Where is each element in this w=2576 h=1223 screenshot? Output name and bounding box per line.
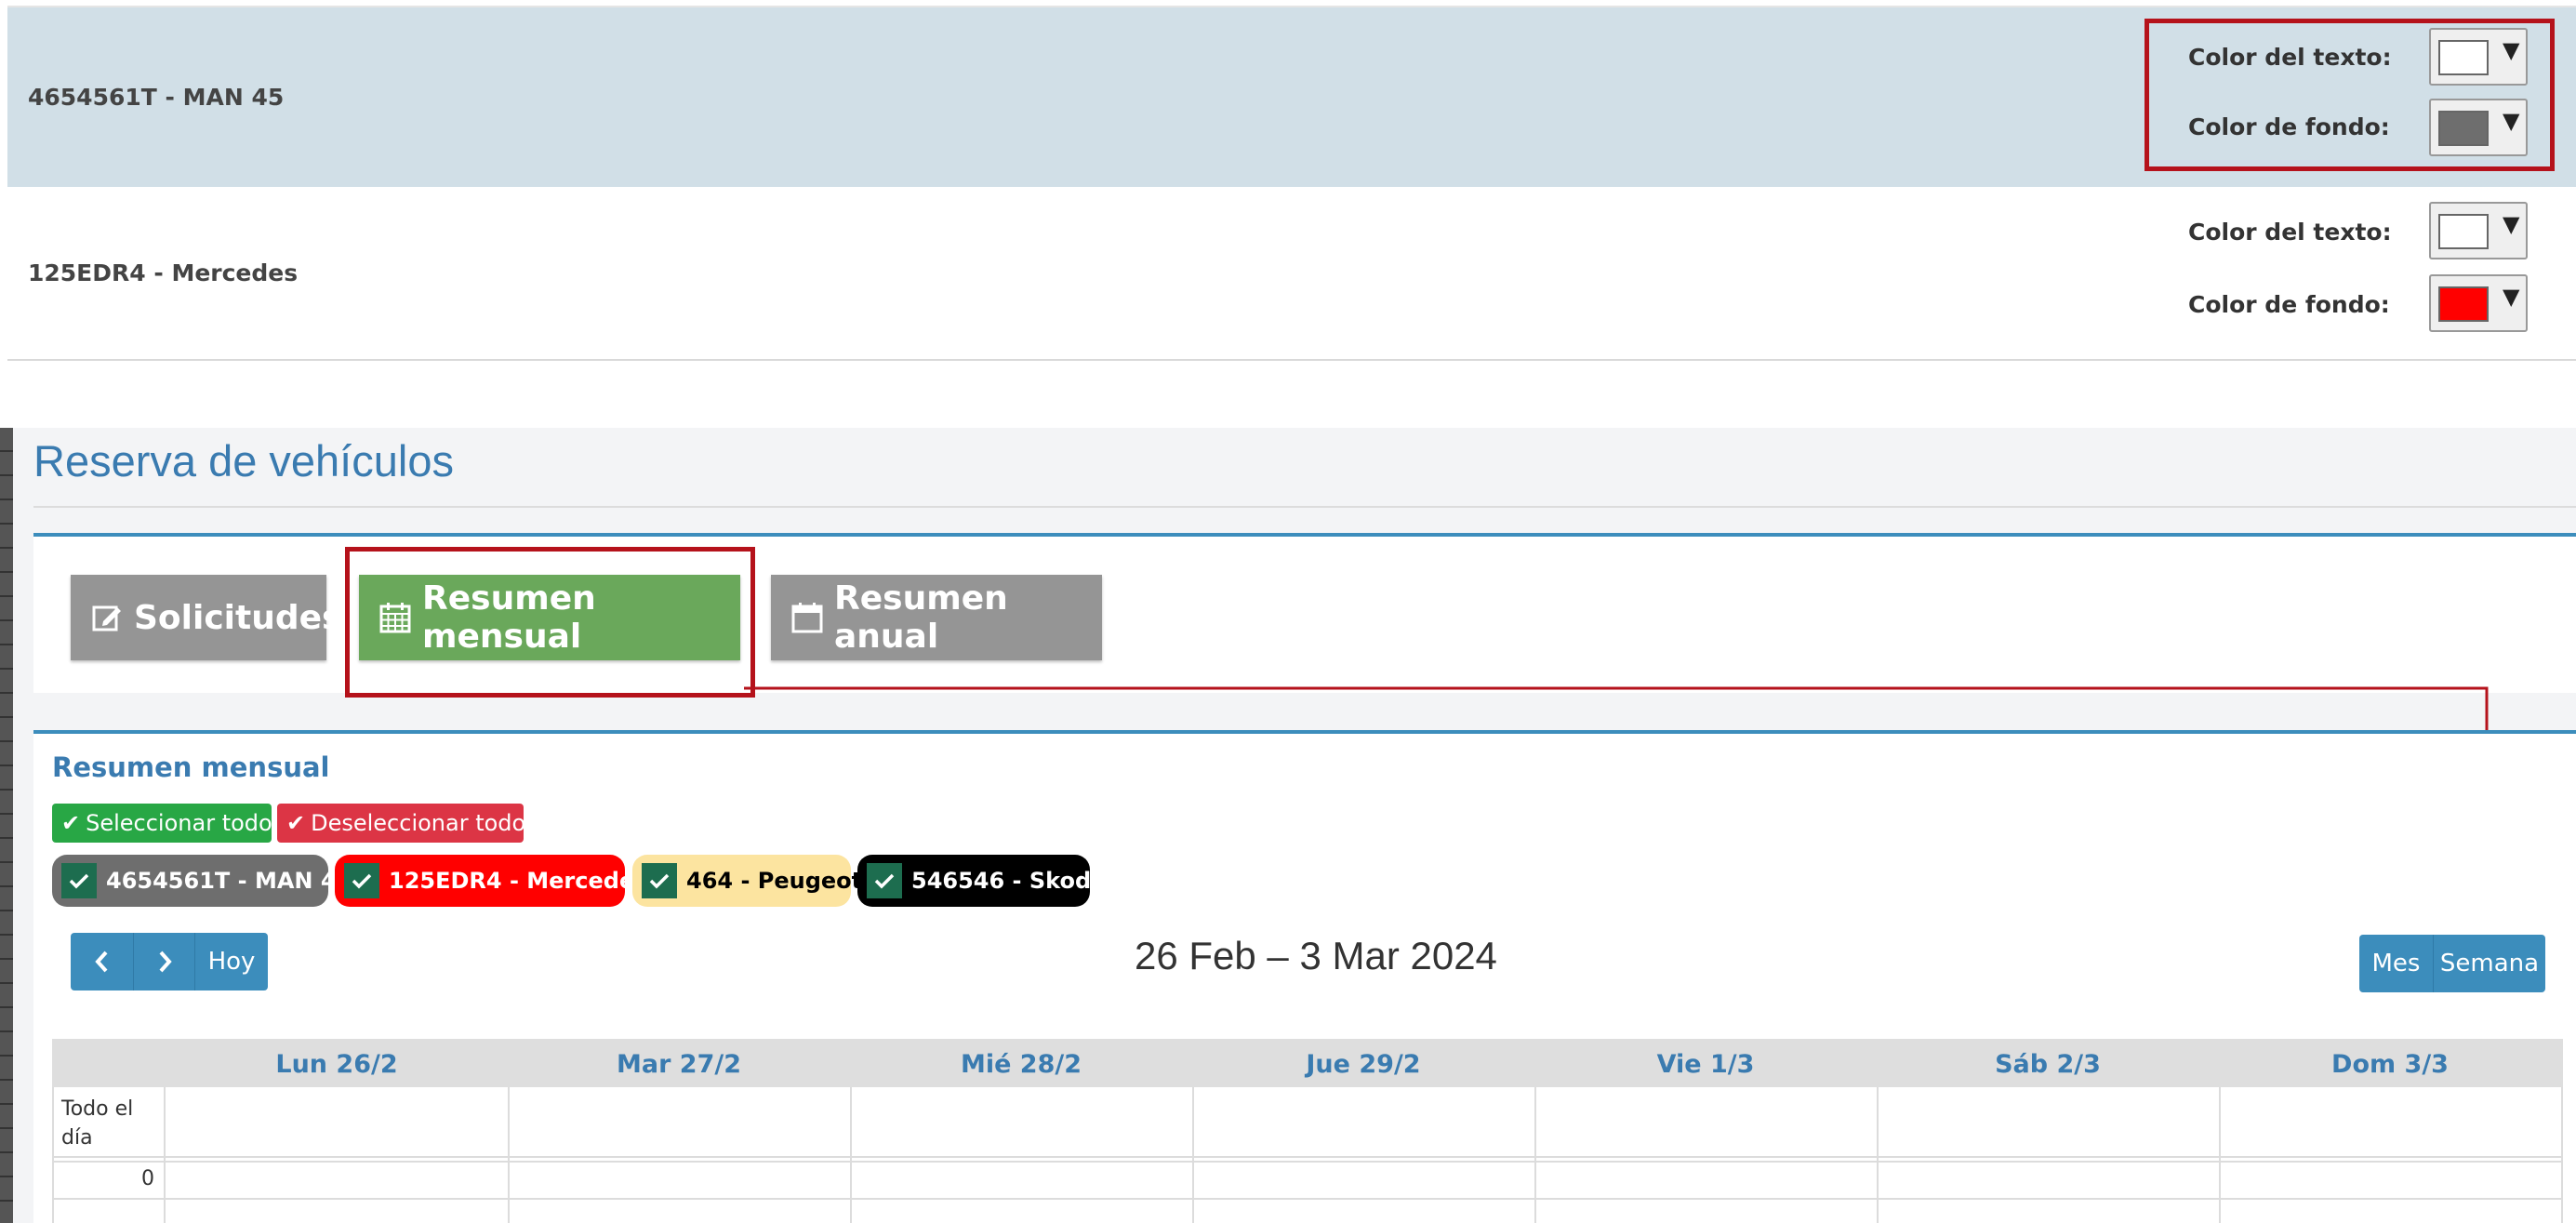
nav-button-group: Hoy — [71, 933, 268, 990]
vehicle-name: 4654561T - MAN 45 — [28, 84, 285, 111]
grid-line — [52, 1156, 2563, 1158]
check-icon — [69, 873, 89, 889]
tab-label: Resumen anual — [834, 579, 1008, 656]
check-icon — [352, 873, 372, 889]
view-button-group: Mes Semana — [2359, 935, 2545, 992]
grid-line — [2561, 1087, 2563, 1223]
grid-line — [850, 1087, 852, 1223]
sidebar-edge — [0, 428, 13, 1223]
day-header: Jue 29/2 — [1306, 1050, 1421, 1079]
check-icon: ✔ — [286, 810, 306, 836]
grid-line — [164, 1087, 166, 1223]
divider — [33, 506, 2576, 508]
vehicle-chip[interactable]: 125EDR4 - Mercedes — [335, 855, 648, 907]
week-grid: Lun 26/2 Mar 27/2 Mié 28/2 Jue 29/2 Vie … — [52, 1039, 2563, 1223]
chevron-left-icon — [94, 950, 107, 973]
day-header: Sáb 2/3 — [1995, 1050, 2101, 1079]
highlight-box — [345, 547, 755, 698]
grid-line — [2219, 1087, 2221, 1223]
button-label: Deseleccionar todo — [311, 810, 526, 836]
vehicle-chip[interactable]: 4654561T - MAN 45 — [52, 855, 352, 907]
calendar-icon — [791, 603, 823, 633]
day-header: Lun 26/2 — [275, 1050, 398, 1079]
separator-gap — [0, 372, 2576, 428]
button-label: Seleccionar todo — [86, 810, 272, 836]
hour-label: 0 — [141, 1167, 154, 1190]
grid-line — [1534, 1087, 1536, 1223]
chip-label: 546546 - Skoda — [911, 868, 1107, 894]
tab-resumen-anual[interactable]: Resumen anual — [771, 575, 1102, 660]
next-button[interactable] — [134, 933, 195, 990]
today-button[interactable]: Hoy — [195, 933, 268, 990]
day-header: Mar 27/2 — [616, 1050, 742, 1079]
week-view-button[interactable]: Semana — [2434, 935, 2545, 992]
day-header: Dom 3/3 — [2331, 1050, 2449, 1079]
grid-line — [52, 1161, 2563, 1163]
dropdown-arrow-icon: ▼ — [2503, 284, 2520, 310]
grid-line — [52, 1198, 2563, 1200]
vehicle-color-row: 125EDR4 - Mercedes Color del texto: ▼ Co… — [7, 187, 2576, 361]
check-icon: ✔ — [61, 810, 81, 836]
dropdown-arrow-icon: ▼ — [2503, 211, 2520, 237]
tab-solicitudes[interactable]: Solicitudes — [71, 575, 341, 660]
vehicle-chip[interactable]: 464 - Peugeot — [632, 855, 862, 907]
text-color-label: Color del texto: — [2188, 219, 2392, 246]
highlight-box — [2144, 19, 2555, 171]
bg-color-label: Color de fondo: — [2188, 291, 2390, 318]
calendar-heading: Resumen mensual — [52, 751, 330, 783]
checkbox[interactable] — [344, 863, 379, 898]
bg-color-picker[interactable]: ▼ — [2429, 274, 2528, 332]
chip-label: 125EDR4 - Mercedes — [389, 868, 648, 894]
check-icon — [649, 873, 670, 889]
chevron-right-icon — [159, 950, 172, 973]
deselect-all-button[interactable]: ✔ Deseleccionar todo — [277, 804, 526, 843]
text-color-picker[interactable]: ▼ — [2429, 202, 2528, 259]
month-view-button[interactable]: Mes — [2359, 935, 2434, 992]
page-title: Reserva de vehículos — [33, 436, 454, 485]
chip-label: 4654561T - MAN 45 — [106, 868, 352, 894]
edit-icon — [92, 605, 121, 631]
checkbox[interactable] — [642, 863, 677, 898]
calendar-range-title: 26 Feb – 3 Mar 2024 — [1135, 934, 1497, 977]
grid-line — [52, 1087, 54, 1223]
day-header: Vie 1/3 — [1656, 1050, 1755, 1079]
select-all-button[interactable]: ✔ Seleccionar todo — [52, 804, 272, 843]
prev-button[interactable] — [71, 933, 134, 990]
checkbox[interactable] — [61, 863, 97, 898]
vehicle-chip[interactable]: 546546 - Skoda — [857, 855, 1106, 907]
check-icon — [874, 873, 895, 889]
day-header: Mié 28/2 — [960, 1050, 1082, 1079]
grid-line — [1877, 1087, 1879, 1223]
chip-label: 464 - Peugeot — [686, 868, 863, 894]
grid-line — [508, 1087, 510, 1223]
checkbox[interactable] — [867, 863, 902, 898]
allday-label: Todo el día — [61, 1097, 134, 1150]
color-swatch — [2438, 214, 2489, 249]
tab-label: Solicitudes — [134, 598, 342, 637]
color-swatch — [2438, 286, 2489, 322]
vehicle-name: 125EDR4 - Mercedes — [28, 259, 299, 286]
grid-line — [1192, 1087, 1194, 1223]
